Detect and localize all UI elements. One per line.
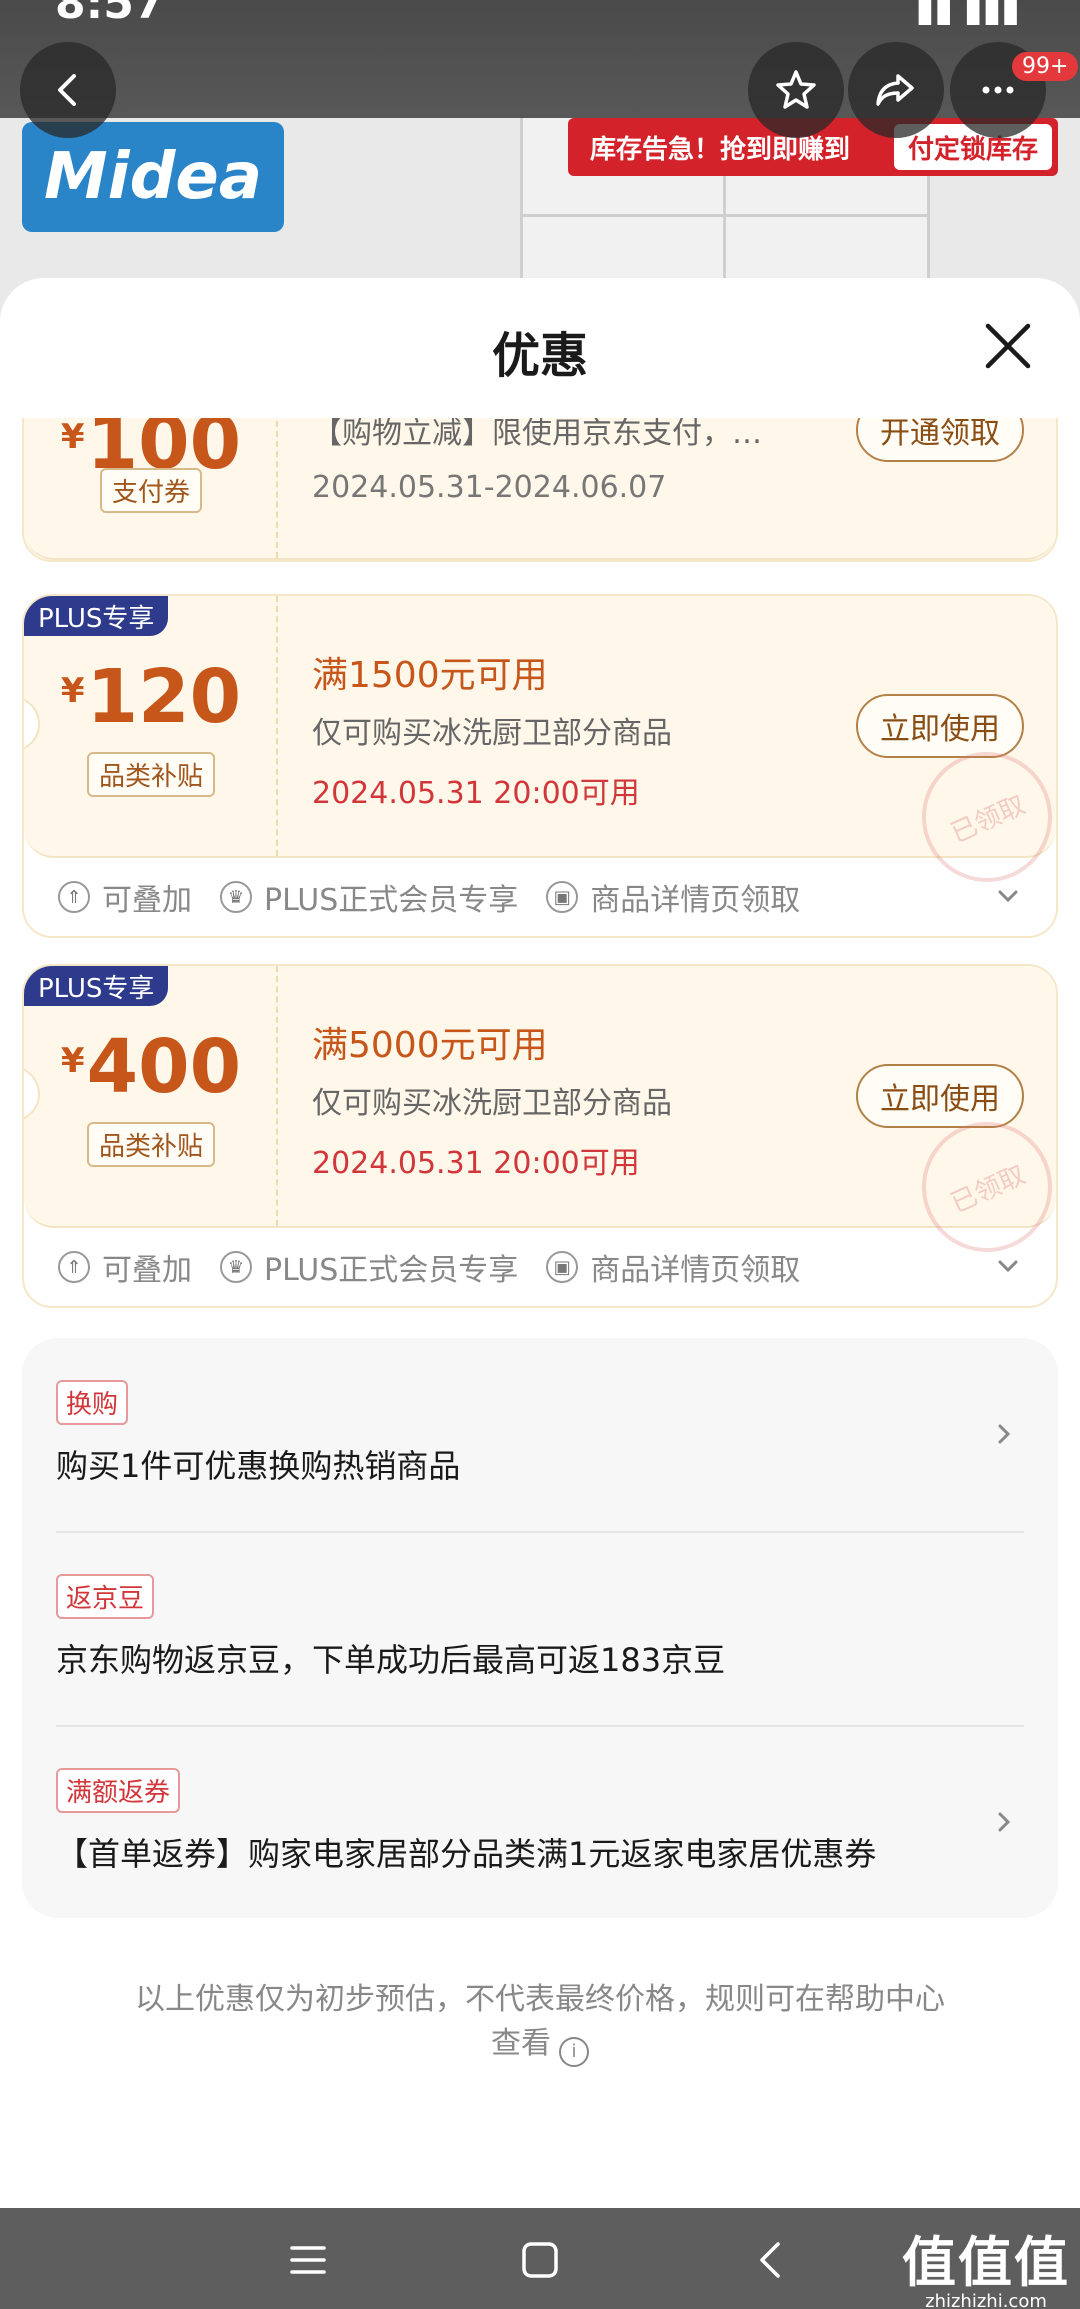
promo-text: 购买1件可优惠换购热销商品 <box>56 1447 461 1485</box>
message-badge: 99+ <box>1012 52 1079 81</box>
promo-item-coupon-return[interactable]: 满额返券 【首单返券】购家电家居部分品类满1元返家电家居优惠券 <box>56 1768 1024 1875</box>
chevron-down-icon[interactable] <box>994 1252 1022 1280</box>
home-icon[interactable] <box>518 2238 562 2282</box>
promotions-list: 换购 购买1件可优惠换购热销商品 返京豆 京东购物返京豆，下单成功后最高可返18… <box>22 1338 1058 1918</box>
share-button[interactable] <box>848 42 944 138</box>
feature-label: 可叠加 <box>102 1253 192 1288</box>
coupon-desc: 【购物立减】限使用京东支付，… <box>312 418 762 451</box>
activate-claim-button[interactable]: 开通领取 <box>856 418 1024 462</box>
chevron-right-icon[interactable] <box>990 1808 1018 1836</box>
close-icon[interactable] <box>976 314 1040 378</box>
stack-icon: ⇑ <box>58 881 90 913</box>
coupon-card: ¥400 品类补贴 PLUS专享 满5000元可用 仅可购买冰洗厨卫部分商品 2… <box>22 964 1058 1308</box>
feature-stackable: ⇑ 可叠加 <box>58 1245 192 1289</box>
coupon-kind-label: 品类补贴 <box>86 1122 215 1167</box>
info-icon[interactable]: i <box>559 2037 589 2067</box>
back-icon[interactable] <box>750 2238 794 2282</box>
crown-icon: ♛ <box>220 1251 252 1283</box>
sheet-title: 优惠 <box>491 328 588 384</box>
feature-label: 可叠加 <box>102 883 192 918</box>
plus-exclusive-tag: PLUS专享 <box>24 966 169 1006</box>
coupon-card: ¥100 支付券 【购物立减】限使用京东支付，… 2024.05.31-2024… <box>22 418 1058 562</box>
star-icon <box>776 70 816 109</box>
offers-sheet: 优惠 ¥100 支付券 【购物立减】限使用京东支付，… 2024.05.31-2… <box>0 278 1080 2208</box>
coupon-amount: ¥120 <box>24 654 278 740</box>
coupon-date: 2024.05.31 20:00可用 <box>312 1146 640 1181</box>
status-icons: ▮▮ ▮▮▮ <box>915 0 1020 30</box>
feature-plus-member: ♛ PLUS正式会员专享 <box>220 875 518 919</box>
disclaimer: 以上优惠仅为初步预估，不代表最终价格，规则可在帮助中心查看 i <box>130 1978 950 2067</box>
promo-tag: 换购 <box>56 1380 129 1425</box>
promo-text: 京东购物返京豆，下单成功后最高可返183京豆 <box>56 1641 726 1679</box>
feature-label: PLUS正式会员专享 <box>264 1253 519 1288</box>
coupon-amount: ¥400 <box>24 1024 278 1110</box>
divider <box>56 1725 1024 1727</box>
feature-label: PLUS正式会员专享 <box>264 883 519 918</box>
plus-exclusive-tag: PLUS专享 <box>24 596 169 636</box>
coupon-kind-label: 品类补贴 <box>86 752 215 797</box>
promo-item-jd-beans: 返京豆 京东购物返京豆，下单成功后最高可返183京豆 <box>56 1574 1024 1681</box>
chevron-right-icon[interactable] <box>990 1420 1018 1448</box>
feature-label: 商品详情页领取 <box>590 1253 801 1288</box>
feature-claim-source: ▣ 商品详情页领取 <box>546 875 800 919</box>
coupon-kind: 品类补贴 <box>24 1122 278 1167</box>
back-arrow-icon <box>58 74 76 106</box>
feature-label: 商品详情页领取 <box>590 883 801 918</box>
coupon-main: ¥120 品类补贴 PLUS专享 满1500元可用 仅可购买冰洗厨卫部分商品 2… <box>24 596 1056 903</box>
promo-text: 【首单返券】购家电家居部分品类满1元返家电家居优惠券 <box>56 1835 877 1873</box>
coupon-features[interactable]: ⇑ 可叠加 ♛ PLUS正式会员专享 ▣ 商品详情页领取 <box>24 1228 1056 1306</box>
coupon-desc: 仅可购买冰洗厨卫部分商品 <box>312 716 672 751</box>
watermark-logo: 值值值 <box>902 2231 1070 2294</box>
promo-item-trade-in[interactable]: 换购 购买1件可优惠换购热销商品 <box>56 1380 1024 1487</box>
offers-scroll-area[interactable]: ¥100 支付券 【购物立减】限使用京东支付，… 2024.05.31-2024… <box>0 418 1080 2208</box>
coupon-date: 2024.05.31-2024.06.07 <box>312 470 667 505</box>
coupon-amount-col: ¥100 支付券 <box>24 418 278 558</box>
use-now-button[interactable]: 立即使用 <box>856 1064 1024 1128</box>
feature-plus-member: ♛ PLUS正式会员专享 <box>220 1245 518 1289</box>
disclaimer-text: 以上优惠仅为初步预估，不代表最终价格，规则可在帮助中心查看 <box>135 1982 945 2061</box>
coupon-main: ¥400 品类补贴 PLUS专享 满5000元可用 仅可购买冰洗厨卫部分商品 2… <box>24 966 1056 1273</box>
coupon-condition: 满1500元可用 <box>312 655 548 696</box>
use-now-button[interactable]: 立即使用 <box>856 694 1024 758</box>
coupon-condition: 满5000元可用 <box>312 1025 548 1066</box>
coupon-kind: 品类补贴 <box>24 752 278 797</box>
chevron-down-icon[interactable] <box>994 882 1022 910</box>
brand-logo: Midea <box>22 122 284 232</box>
crown-icon: ♛ <box>220 881 252 913</box>
promo-tag: 返京豆 <box>56 1574 155 1619</box>
stack-icon: ⇑ <box>58 1251 90 1283</box>
coupon-amount-value: 120 <box>86 654 242 740</box>
coupon-main: ¥100 支付券 【购物立减】限使用京东支付，… 2024.05.31-2024… <box>24 418 1056 560</box>
coupon-desc: 仅可购买冰洗厨卫部分商品 <box>312 1086 672 1121</box>
coupon-amount-value: 400 <box>86 1024 242 1110</box>
divider <box>56 1531 1024 1533</box>
ticket-icon: ▣ <box>546 881 579 913</box>
share-icon <box>876 74 914 106</box>
favorite-button[interactable] <box>748 42 844 138</box>
menu-icon[interactable] <box>286 2238 330 2282</box>
feature-claim-source: ▣ 商品详情页领取 <box>546 1245 800 1289</box>
coupon-card: ¥120 品类补贴 PLUS专享 满1500元可用 仅可购买冰洗厨卫部分商品 2… <box>22 594 1058 938</box>
watermark: 值值值 zhizhizhi.com <box>902 2218 1070 2309</box>
ticket-icon: ▣ <box>546 1251 579 1283</box>
coupon-features[interactable]: ⇑ 可叠加 ♛ PLUS正式会员专享 ▣ 商品详情页领取 <box>24 858 1056 936</box>
currency-symbol: ¥ <box>60 418 85 457</box>
currency-symbol: ¥ <box>60 671 85 711</box>
back-button[interactable] <box>20 42 116 138</box>
coupon-kind: 支付券 <box>24 468 278 513</box>
coupon-date: 2024.05.31 20:00可用 <box>312 776 640 811</box>
sheet-header: 优惠 <box>0 278 1080 418</box>
promo-tag: 满额返券 <box>56 1768 181 1813</box>
status-time: 8:57 <box>55 0 165 29</box>
currency-symbol: ¥ <box>60 1041 85 1081</box>
watermark-url: zhizhizhi.com <box>925 2291 1047 2309</box>
feature-stackable: ⇑ 可叠加 <box>58 875 192 919</box>
coupon-kind-label: 支付券 <box>99 468 202 513</box>
